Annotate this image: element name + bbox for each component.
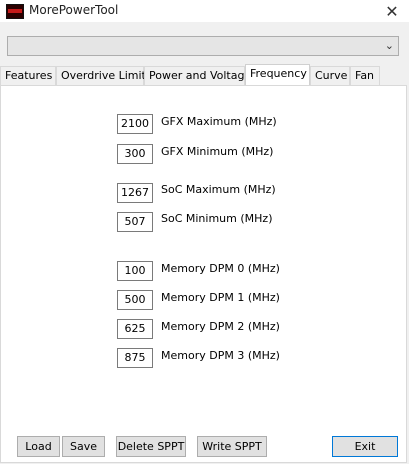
- memory-dpm-2-input[interactable]: 625: [117, 319, 153, 339]
- memory-dpm-1-label: Memory DPM 1 (MHz): [161, 291, 280, 304]
- gfx-maximum-label: GFX Maximum (MHz): [161, 115, 277, 128]
- tab-curve[interactable]: Curve: [310, 66, 350, 85]
- memory-dpm-0-label: Memory DPM 0 (MHz): [161, 262, 280, 275]
- save-button[interactable]: Save: [62, 436, 105, 457]
- app-logo-icon: [6, 4, 24, 19]
- soc-minimum-label: SoC Minimum (MHz): [161, 212, 273, 225]
- gfx-minimum-input[interactable]: 300: [117, 144, 153, 164]
- close-button[interactable]: ✕: [375, 0, 409, 22]
- soc-minimum-input[interactable]: 507: [117, 212, 153, 232]
- tab-frequency[interactable]: Frequency: [245, 64, 310, 86]
- tab-power-and-voltage[interactable]: Power and Voltage: [144, 66, 251, 85]
- delete-sppt-button[interactable]: Delete SPPT: [116, 436, 186, 457]
- memory-dpm-1-input[interactable]: 500: [117, 290, 153, 310]
- soc-maximum-label: SoC Maximum (MHz): [161, 183, 276, 196]
- memory-dpm-2-label: Memory DPM 2 (MHz): [161, 320, 280, 333]
- memory-dpm-0-input[interactable]: 100: [117, 261, 153, 281]
- chevron-down-icon: ⌄: [384, 39, 394, 52]
- title-bar: MorePowerTool ✕: [0, 0, 409, 22]
- tab-strip: Features Overdrive Limits Power and Volt…: [0, 64, 409, 86]
- exit-button[interactable]: Exit: [332, 436, 398, 457]
- write-sppt-button[interactable]: Write SPPT: [197, 436, 267, 457]
- tab-features[interactable]: Features: [0, 66, 56, 85]
- gfx-minimum-label: GFX Minimum (MHz): [161, 145, 274, 158]
- gpu-select-dropdown[interactable]: ⌄: [7, 36, 399, 56]
- window-title: MorePowerTool: [29, 3, 119, 17]
- load-button[interactable]: Load: [17, 436, 60, 457]
- memory-dpm-3-input[interactable]: 875: [117, 348, 153, 368]
- gfx-maximum-input[interactable]: 2100: [117, 114, 153, 134]
- memory-dpm-3-label: Memory DPM 3 (MHz): [161, 349, 280, 362]
- tab-fan[interactable]: Fan: [350, 66, 380, 85]
- soc-maximum-input[interactable]: 1267: [117, 183, 153, 203]
- tab-overdrive-limits[interactable]: Overdrive Limits: [56, 66, 152, 85]
